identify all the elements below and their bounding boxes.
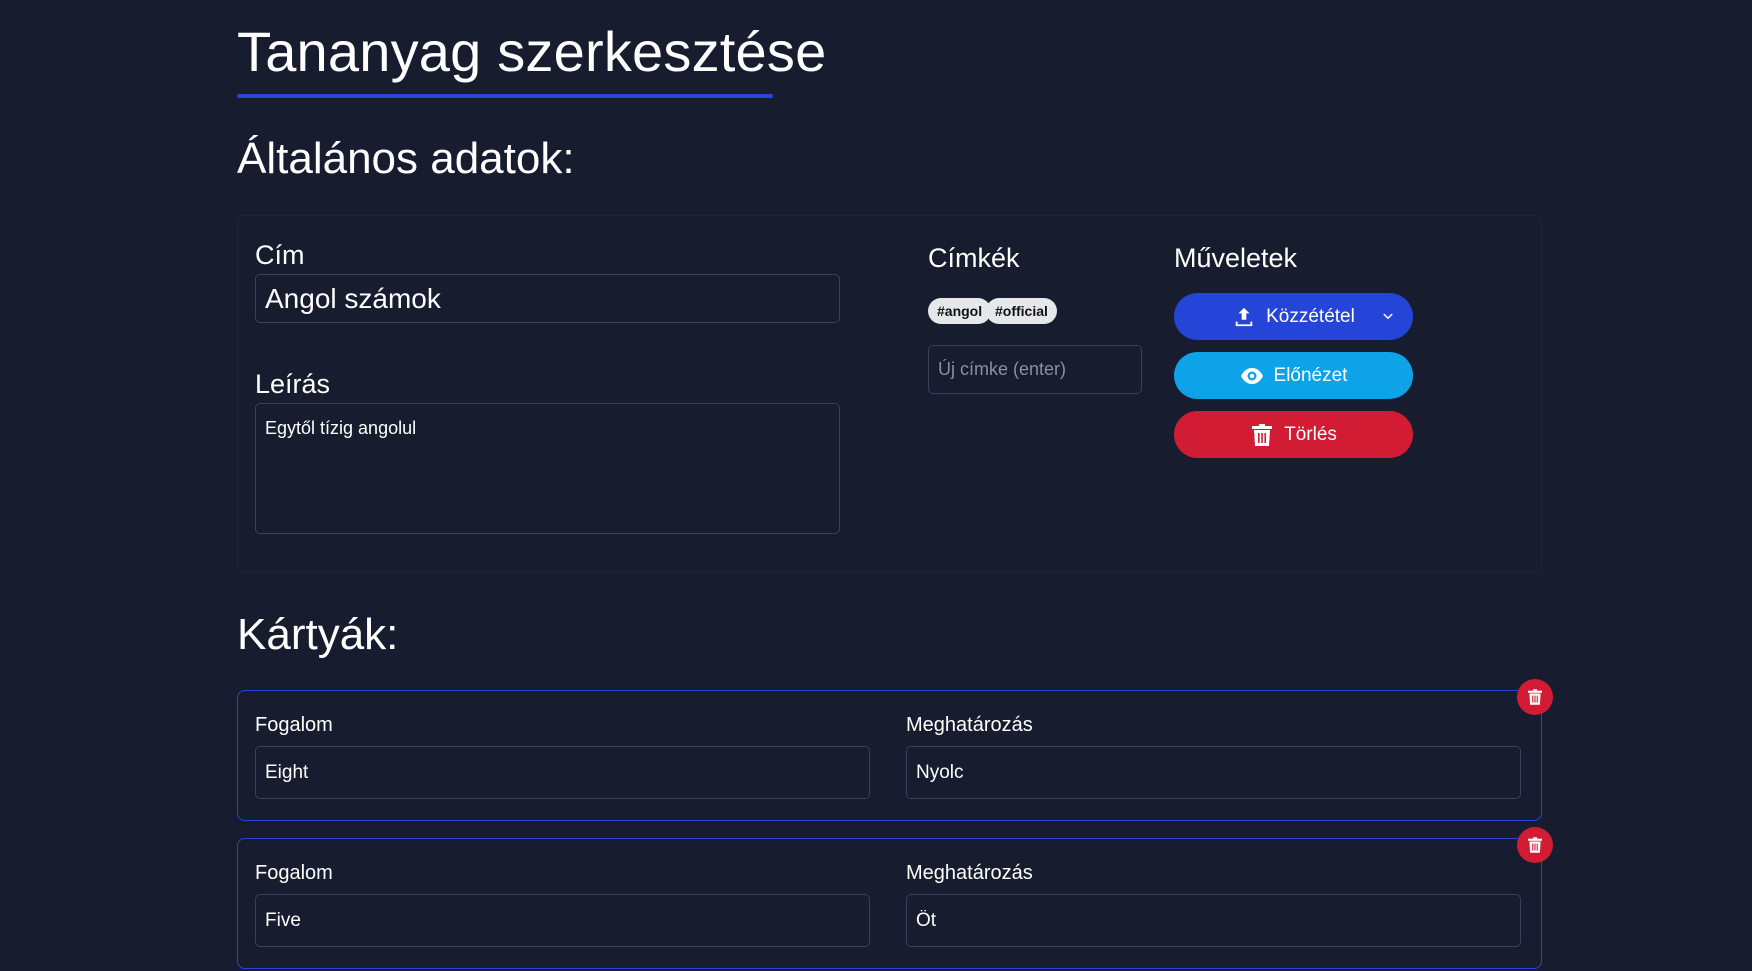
preview-label: Előnézet xyxy=(1273,364,1348,386)
definition-label: Meghatározás xyxy=(906,714,1033,736)
term-label: Fogalom xyxy=(255,862,333,884)
card-delete-button[interactable] xyxy=(1517,679,1553,715)
chevron-down-icon[interactable] xyxy=(1379,307,1397,325)
title-label: Cím xyxy=(255,240,305,270)
general-section-heading: Általános adatok: xyxy=(237,134,575,183)
actions-heading: Műveletek xyxy=(1174,243,1298,273)
publish-button[interactable]: Közzététel xyxy=(1174,293,1413,340)
tag-chip[interactable]: #angol xyxy=(928,298,992,324)
flashcard: Fogalom Meghatározás xyxy=(237,679,1553,821)
title-input[interactable] xyxy=(255,274,840,323)
upload-icon xyxy=(1232,305,1256,329)
definition-input[interactable] xyxy=(906,746,1521,799)
new-tag-input[interactable] xyxy=(928,345,1142,394)
term-label: Fogalom xyxy=(255,714,333,736)
preview-button[interactable]: Előnézet xyxy=(1174,352,1413,399)
tag-chip[interactable]: #official xyxy=(986,298,1057,324)
cards-section-heading: Kártyák: xyxy=(237,610,399,659)
trash-icon xyxy=(1250,423,1274,447)
term-input[interactable] xyxy=(255,894,870,947)
description-textarea[interactable]: Egytől tízig angolul xyxy=(255,403,840,534)
trash-icon xyxy=(1528,837,1542,853)
definition-label: Meghatározás xyxy=(906,862,1033,884)
term-input[interactable] xyxy=(255,746,870,799)
trash-icon xyxy=(1528,689,1542,705)
flashcard: Fogalom Meghatározás xyxy=(237,827,1553,969)
definition-input[interactable] xyxy=(906,894,1521,947)
editor-page: Tananyag szerkesztése Általános adatok: … xyxy=(0,0,1752,971)
tags-heading: Címkék xyxy=(928,243,1020,273)
title-underline xyxy=(237,94,773,98)
card-delete-button[interactable] xyxy=(1517,827,1553,863)
eye-icon xyxy=(1240,364,1264,388)
publish-label: Közzététel xyxy=(1266,305,1355,327)
delete-label: Törlés xyxy=(1284,423,1337,445)
general-panel: Cím Leírás Egytől tízig angolul Címkék #… xyxy=(237,215,1542,572)
description-label: Leírás xyxy=(255,369,331,399)
page-title: Tananyag szerkesztése xyxy=(237,20,827,83)
delete-button[interactable]: Törlés xyxy=(1174,411,1413,458)
